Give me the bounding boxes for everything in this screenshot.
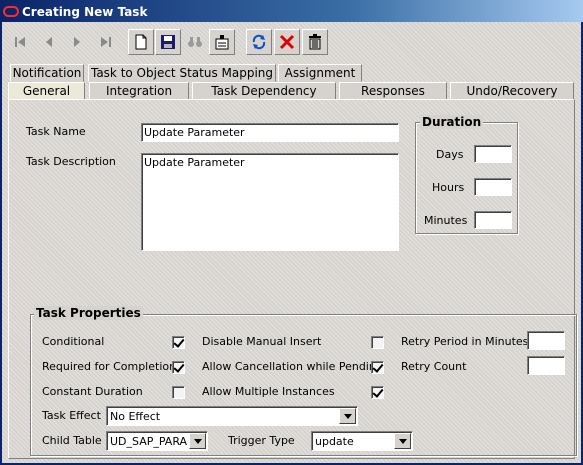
new-icon — [135, 34, 147, 50]
task-description-label: Task Description — [26, 155, 116, 168]
tab-responses[interactable]: Responses — [339, 82, 447, 100]
constant-duration-checkbox[interactable] — [172, 386, 185, 399]
previous-icon — [46, 37, 52, 47]
trigger-type-select[interactable]: update — [311, 431, 413, 451]
tab-notification[interactable]: Notification — [10, 64, 84, 82]
minutes-label: Minutes — [424, 214, 468, 227]
delete-button[interactable] — [274, 29, 300, 55]
hours-field[interactable] — [474, 178, 512, 196]
retry-period-field[interactable] — [527, 331, 565, 350]
chevron-down-icon[interactable] — [189, 433, 206, 449]
task-name-field[interactable]: Update Parameter — [141, 123, 399, 142]
tab-assignment[interactable]: Assignment — [278, 64, 362, 82]
task-properties-title: Task Properties — [34, 306, 143, 320]
child-table-label: Child Table — [42, 434, 102, 447]
days-field[interactable] — [474, 145, 512, 163]
refresh-button[interactable] — [246, 29, 272, 55]
task-description-field[interactable]: Update Parameter — [141, 153, 399, 251]
copy-icon — [215, 35, 229, 50]
tab-general[interactable]: General — [8, 82, 85, 100]
required-for-completion-checkbox[interactable] — [172, 361, 185, 374]
trash-button[interactable] — [302, 29, 328, 55]
delete-icon — [279, 34, 295, 50]
save-icon — [161, 35, 175, 49]
window-title: Creating New Task — [22, 4, 148, 19]
tab-task-dependency[interactable]: Task Dependency — [192, 82, 336, 100]
trigger-type-value: update — [315, 435, 354, 448]
first-record-button[interactable] — [8, 29, 34, 55]
disable-manual-insert-checkbox[interactable] — [371, 336, 384, 349]
retry-count-field[interactable] — [527, 356, 565, 375]
toolbar — [6, 26, 576, 58]
conditional-checkbox[interactable] — [172, 336, 185, 349]
next-record-button[interactable] — [64, 29, 90, 55]
required-for-completion-label: Required for Completion — [42, 360, 177, 373]
oracle-logo-icon — [3, 5, 19, 17]
refresh-icon — [252, 34, 266, 50]
find-button[interactable] — [182, 29, 208, 55]
tab-integration[interactable]: Integration — [89, 82, 189, 100]
previous-record-button[interactable] — [36, 29, 62, 55]
minutes-field[interactable] — [474, 211, 512, 229]
trash-icon — [309, 34, 321, 50]
creating-new-task-window: Creating New Task Notification Task to O… — [0, 0, 583, 465]
tab-undo-recovery[interactable]: Undo/Recovery — [450, 82, 574, 100]
task-effect-select[interactable]: No Effect — [106, 406, 358, 426]
retry-period-label: Retry Period in Minutes — [401, 335, 529, 348]
trigger-type-label: Trigger Type — [228, 434, 295, 447]
hours-label: Hours — [432, 181, 465, 194]
conditional-label: Conditional — [42, 335, 105, 348]
days-label: Days — [436, 148, 464, 161]
task-effect-label: Task Effect — [42, 409, 101, 422]
save-button[interactable] — [155, 29, 181, 55]
task-name-label: Task Name — [26, 125, 86, 138]
last-icon — [101, 37, 111, 47]
title-bar: Creating New Task — [0, 0, 583, 22]
next-icon — [74, 37, 80, 47]
copy-button[interactable] — [209, 29, 235, 55]
constant-duration-label: Constant Duration — [42, 385, 143, 398]
allow-multiple-instances-checkbox[interactable] — [371, 386, 384, 399]
first-icon — [15, 37, 25, 47]
allow-cancellation-checkbox[interactable] — [371, 361, 384, 374]
task-effect-value: No Effect — [110, 410, 161, 423]
retry-count-label: Retry Count — [401, 360, 467, 373]
binoculars-icon — [188, 37, 202, 47]
tab-task-to-object-status-mapping[interactable]: Task to Object Status Mapping — [88, 64, 276, 82]
disable-manual-insert-label: Disable Manual Insert — [202, 335, 322, 348]
chevron-down-icon[interactable] — [394, 433, 411, 449]
window-client-area: Notification Task to Object Status Mappi… — [2, 22, 581, 463]
chevron-down-icon[interactable] — [339, 408, 356, 424]
allow-multiple-instances-label: Allow Multiple Instances — [202, 385, 335, 398]
child-table-select[interactable]: UD_SAP_PARA — [106, 431, 208, 451]
child-table-value: UD_SAP_PARA — [110, 435, 188, 448]
allow-cancellation-label: Allow Cancellation while Pending — [202, 360, 383, 373]
last-record-button[interactable] — [92, 29, 118, 55]
new-button[interactable] — [128, 29, 154, 55]
duration-title: Duration — [420, 115, 484, 129]
